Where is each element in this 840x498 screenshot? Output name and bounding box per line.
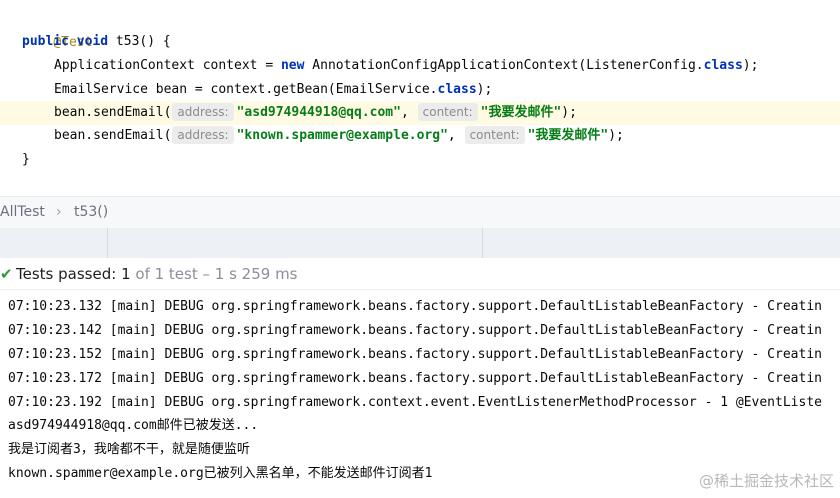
code-end: ); xyxy=(742,58,759,73)
string-address: "known.spammer@example.org" xyxy=(236,128,448,143)
console-line: 07:10:23.172 [main] DEBUG org.springfram… xyxy=(8,371,822,386)
bean-decl: EmailService bean = context.getBean(Emai… xyxy=(54,82,438,97)
code-end: ); xyxy=(476,82,493,97)
toolbar-divider xyxy=(482,228,483,258)
keyword-void: void xyxy=(76,34,109,49)
code-end: ); xyxy=(561,105,577,120)
code-line-4: EmailService bean = context.getBean(Emai… xyxy=(0,78,840,102)
watermark: @稀土掘金技术社区 xyxy=(698,472,834,490)
param-hint-content: content: xyxy=(464,126,525,144)
comma: , xyxy=(400,105,409,120)
method-signature: t53() { xyxy=(108,34,171,49)
test-status-text: Tests passed: 1 of 1 test – 1 s 259 ms xyxy=(16,259,298,289)
param-hint-address: address: xyxy=(172,126,234,144)
console-line: 07:10:23.192 [main] DEBUG org.springfram… xyxy=(8,395,822,410)
param-hint-content: content: xyxy=(417,103,478,121)
console-line: 07:10:23.132 [main] DEBUG org.springfram… xyxy=(8,299,822,314)
code-line-1: @Test xyxy=(0,7,840,50)
console-line: asd974944918@qq.com邮件已被发送... xyxy=(8,418,259,433)
breadcrumb-class[interactable]: AllTest xyxy=(0,197,45,227)
string-content: "我要发邮件" xyxy=(480,105,562,120)
send-email-call: bean.sendEmail( xyxy=(54,105,172,120)
code-editor[interactable]: @Test public void t53() { ApplicationCon… xyxy=(0,0,840,196)
run-toolbar xyxy=(0,228,840,258)
code-line-5: bean.sendEmail(address: "asd974944918@qq.… xyxy=(0,101,840,125)
closing-brace: } xyxy=(22,152,30,167)
code-line-3: ApplicationContext context = new Annotat… xyxy=(0,54,840,78)
console-output[interactable]: 07:10:23.132 [main] DEBUG org.springfram… xyxy=(0,292,840,498)
keyword-new: new xyxy=(280,58,305,73)
code-line-2: public void t53() { xyxy=(0,30,840,54)
string-address: "asd974944918@qq.com" xyxy=(236,105,401,120)
tests-passed-label: Tests passed: xyxy=(16,265,117,283)
console-line: 我是订阅者3，我啥都不干，就是随便监听 xyxy=(8,442,250,457)
send-email-call: bean.sendEmail( xyxy=(54,128,172,143)
keyword-class: class xyxy=(437,82,477,97)
code-end: ); xyxy=(608,128,624,143)
keyword-class: class xyxy=(703,58,743,73)
console-line: 07:10:23.152 [main] DEBUG org.springfram… xyxy=(8,347,822,362)
string-content: "我要发邮件" xyxy=(527,128,609,143)
param-hint-address: address: xyxy=(172,103,234,121)
code-line-7: } xyxy=(0,148,840,172)
comma: , xyxy=(447,128,456,143)
breadcrumb-method[interactable]: t53() xyxy=(74,197,108,227)
keyword-public: public xyxy=(22,34,69,49)
context-decl: ApplicationContext context = xyxy=(54,58,281,73)
code-line-6: bean.sendEmail(address: "known.spammer@ex… xyxy=(0,124,840,148)
toolbar-divider xyxy=(107,228,108,258)
check-icon: ✔ xyxy=(0,265,13,283)
console-line: known.spammer@example.org已被列入黑名单，不能发送邮件订… xyxy=(8,466,433,481)
breadcrumb: AllTest › t53() xyxy=(0,196,840,229)
breadcrumb-separator-icon: › xyxy=(56,204,62,220)
test-status-bar: ✔ Tests passed: 1 of 1 test – 1 s 259 ms xyxy=(0,259,840,290)
context-ctor: AnnotationConfigApplicationContext(Liste… xyxy=(304,58,704,73)
tests-detail: of 1 test – 1 s 259 ms xyxy=(135,265,298,283)
tests-passed-count: 1 xyxy=(121,265,131,283)
console-line: 07:10:23.142 [main] DEBUG org.springfram… xyxy=(8,323,822,338)
